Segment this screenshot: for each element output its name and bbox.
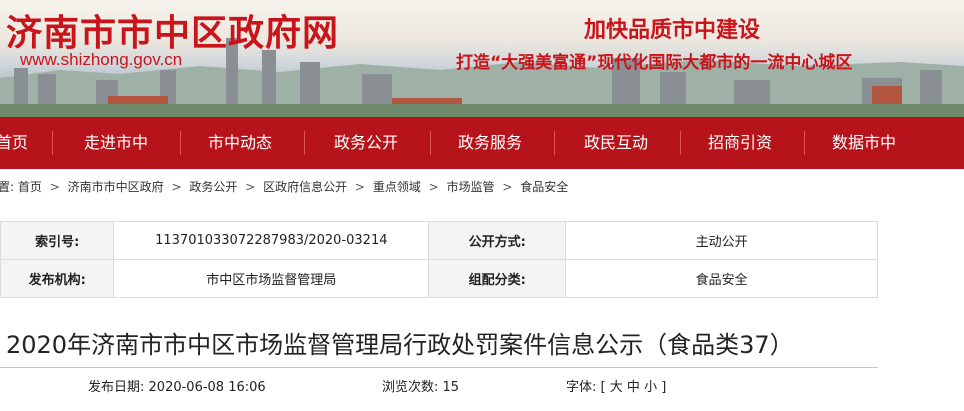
publisher-label: 发布机构: <box>0 259 115 298</box>
page-title: 2020年济南市市中区市场监督管理局行政处罚案件信息公示（食品类37） <box>6 331 794 359</box>
publish-date-label: 发布日期: <box>88 380 145 395</box>
method-label: 公开方式: <box>428 221 567 260</box>
breadcrumb-key-areas[interactable]: 重点领域 <box>373 180 421 194</box>
breadcrumb-separator: > <box>49 180 60 194</box>
breadcrumb-gov-affairs[interactable]: 政务公开 <box>189 180 237 194</box>
nav-divider <box>554 131 555 155</box>
view-count-label: 浏览次数: <box>382 380 439 395</box>
breadcrumb-home[interactable]: 首页 <box>18 180 42 194</box>
nav-item-news[interactable]: 市中动态 <box>190 117 290 169</box>
nav-divider <box>180 131 181 155</box>
breadcrumb-separator: > <box>354 180 365 194</box>
breadcrumb-separator: > <box>502 180 513 194</box>
nav-item-about[interactable]: 走进市中 <box>66 117 166 169</box>
site-title: 济南市市中区政府网 <box>6 12 340 54</box>
slogan-main: 加快品质市中建设 <box>584 18 761 43</box>
font-small-button[interactable]: 小 <box>644 380 657 395</box>
nav-divider <box>52 131 53 155</box>
index-value: 113701033072287983/2020-03214 <box>113 221 430 260</box>
font-bracket-close: ] <box>661 380 667 395</box>
breadcrumb-separator: > <box>245 180 256 194</box>
breadcrumb-info-disclosure[interactable]: 区政府信息公开 <box>263 180 347 194</box>
font-size-label: 字体: <box>566 380 597 395</box>
publish-date-value: 2020-06-08 16:06 <box>148 380 266 395</box>
category-value: 食品安全 <box>565 259 878 298</box>
breadcrumb-separator: > <box>171 180 182 194</box>
slogan-sub: 打造“大强美富通”现代化国际大都市的一流中心城区 <box>456 53 853 73</box>
nav-item-home[interactable]: 首页 <box>0 117 38 169</box>
nav-divider <box>680 131 681 155</box>
breadcrumb-market-supervision[interactable]: 市场监管 <box>447 180 495 194</box>
view-count: 浏览次数: 15 <box>382 376 459 395</box>
site-url: www.shizhong.gov.cn <box>20 50 183 69</box>
nav-item-interaction[interactable]: 政民互动 <box>566 117 666 169</box>
breadcrumb-district-gov[interactable]: 济南市市中区政府 <box>68 180 164 194</box>
publish-date: 发布日期: 2020-06-08 16:06 <box>88 376 266 395</box>
info-table: 索引号: 113701033072287983/2020-03214 公开方式:… <box>0 221 878 298</box>
nav-divider <box>304 131 305 155</box>
table-row: 发布机构: 市中区市场监督管理局 组配分类: 食品安全 <box>0 259 878 298</box>
title-divider <box>0 367 878 368</box>
method-value: 主动公开 <box>565 221 878 260</box>
index-label: 索引号: <box>0 221 115 260</box>
nav-item-investment[interactable]: 招商引资 <box>690 117 790 169</box>
header-banner: 济南市市中区政府网 www.shizhong.gov.cn 加快品质市中建设 打… <box>0 0 964 117</box>
category-label: 组配分类: <box>428 259 567 298</box>
font-size-control: 字体: [ 大 中 小 ] <box>566 376 666 395</box>
breadcrumb-separator: > <box>428 180 439 194</box>
breadcrumb-prefix: 位置: <box>0 180 15 194</box>
view-count-value: 15 <box>442 380 460 395</box>
breadcrumb-food-safety[interactable]: 食品安全 <box>520 180 568 194</box>
main-nav: 首页 走进市中 市中动态 政务公开 政务服务 政民互动 招商引资 数据市中 <box>0 117 964 169</box>
publisher-value: 市中区市场监督管理局 <box>113 259 430 298</box>
nav-item-data[interactable]: 数据市中 <box>814 117 914 169</box>
nav-item-gov-affairs[interactable]: 政务公开 <box>316 117 416 169</box>
font-bracket-open: [ <box>600 380 606 395</box>
font-medium-button[interactable]: 中 <box>627 380 640 395</box>
nav-divider <box>804 131 805 155</box>
nav-item-services[interactable]: 政务服务 <box>440 117 540 169</box>
breadcrumb: 位置: 首页 > 济南市市中区政府 > 政务公开 > 区政府信息公开 > 重点领… <box>0 169 964 205</box>
font-large-button[interactable]: 大 <box>610 380 623 395</box>
table-row: 索引号: 113701033072287983/2020-03214 公开方式:… <box>0 221 878 260</box>
nav-divider <box>430 131 431 155</box>
